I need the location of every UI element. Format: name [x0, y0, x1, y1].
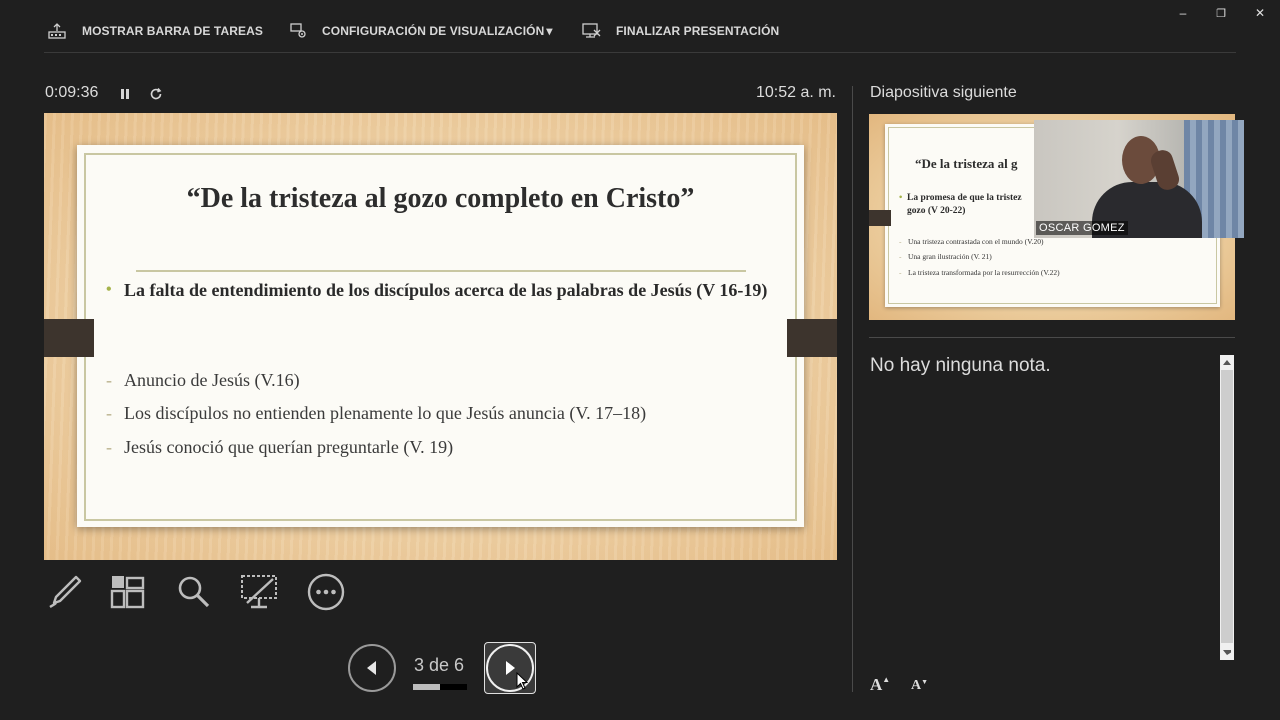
magnifier-icon [178, 576, 210, 608]
next-slide-clip [869, 210, 891, 226]
next-subpoint-text: La tristeza transformada por la resurrec… [908, 268, 1060, 277]
zoom-button[interactable] [174, 572, 214, 612]
next-slide-title: “De la tristeza al g [915, 156, 1018, 171]
decrease-font-button[interactable]: A▼ [911, 678, 928, 700]
increase-font-icon: A [870, 675, 883, 694]
pause-timer-button[interactable] [117, 86, 133, 102]
scroll-thumb[interactable] [1221, 370, 1233, 643]
pen-tool-button[interactable] [45, 572, 85, 612]
display-settings-button[interactable]: CONFIGURACIÓN DE VISUALIZACIÓN ▾ [290, 20, 552, 42]
next-subpoint: - La tristeza transformada por la resurre… [899, 268, 1060, 277]
next-subpoint-text: Una tristeza contrastada con el mundo (V… [908, 237, 1044, 246]
show-taskbar-label: MOSTRAR BARRA DE TAREAS [82, 24, 263, 38]
next-subpoint: - Una tristeza contrastada con el mundo (… [899, 237, 1043, 246]
slide-title: “De la tristeza al gozo completo en Cris… [186, 183, 695, 214]
webcam-name-tag: OSCAR GOMEZ [1036, 221, 1128, 235]
more-options-button[interactable] [306, 572, 346, 612]
title-rule [136, 270, 746, 272]
pen-icon [49, 575, 82, 609]
close-button[interactable]: ✕ [1247, 4, 1273, 22]
right-clip [787, 319, 837, 357]
slide-progress [413, 684, 467, 690]
previous-arrow-icon [367, 661, 376, 675]
subpoint-text: Los discípulos no entienden plenamente l… [124, 403, 647, 423]
black-screen-button[interactable] [239, 572, 279, 612]
see-all-slides-button[interactable] [108, 572, 148, 612]
subpoint-text: Anuncio de Jesús (V.16) [124, 370, 300, 390]
scroll-up-icon[interactable] [1220, 355, 1234, 369]
panel-divider [852, 86, 853, 692]
notes-divider [869, 337, 1235, 338]
end-show-button[interactable]: FINALIZAR PRESENTACIÓN [582, 20, 779, 42]
minimize-button[interactable]: – [1170, 4, 1196, 22]
elapsed-timer: 0:09:36 [45, 84, 99, 101]
subpoint-text: Jesús conoció que querían preguntarle (V… [124, 437, 454, 457]
previous-slide-button[interactable] [348, 644, 396, 692]
bullet-dot: • [899, 193, 903, 203]
subpoint: - Los discípulos no entienden plenamente… [106, 403, 786, 424]
main-bullet: • La falta de entendimiento de los discí… [106, 278, 786, 302]
webcam-overlay[interactable]: OSCAR GOMEZ [1034, 120, 1244, 238]
subpoint: - Jesús conoció que querían preguntarle … [106, 437, 786, 458]
slide-counter: 3 de 6 [414, 655, 465, 675]
next-slide-button[interactable] [484, 642, 536, 694]
chevron-down-icon: ▾ [546, 24, 553, 38]
scroll-down-icon[interactable] [1220, 646, 1234, 660]
notes-scrollbar[interactable] [1220, 355, 1234, 660]
pause-icon [121, 89, 129, 99]
restart-timer-button[interactable] [148, 86, 164, 102]
restore-button[interactable]: ❐ [1208, 4, 1234, 22]
progress-fill [413, 684, 440, 690]
current-time: 10:52 a. m. [755, 84, 836, 101]
subpoint: - Anuncio de Jesús (V.16) [106, 370, 786, 391]
taskbar-icon [48, 23, 66, 39]
more-icon [307, 573, 345, 611]
next-subpoint: - Una gran ilustración (V. 21) [899, 252, 992, 261]
mouse-cursor-icon [516, 672, 528, 690]
current-slide[interactable]: “De la tristeza al gozo completo en Cris… [44, 113, 837, 560]
toolbar-divider [44, 52, 1236, 53]
slides-grid-icon [110, 576, 145, 609]
main-bullet-text: La falta de entendimiento de los discípu… [124, 280, 768, 300]
bullet-dot: • [106, 281, 112, 298]
black-screen-icon [241, 575, 277, 609]
subpoint-dash: - [899, 268, 902, 277]
end-show-icon [582, 23, 601, 38]
subpoint-dash: - [106, 370, 112, 390]
subpoint-dash: - [899, 252, 902, 261]
increase-font-button[interactable]: A▲ [870, 675, 890, 697]
subpoint-dash: - [899, 237, 902, 246]
subpoint-dash: - [106, 437, 112, 457]
speaker-notes[interactable]: No hay ninguna nota. [870, 355, 1051, 377]
show-taskbar-button[interactable]: MOSTRAR BARRA DE TAREAS [48, 20, 263, 42]
close-icon: ✕ [1254, 6, 1266, 20]
left-clip [44, 319, 94, 357]
restart-icon [150, 87, 162, 100]
subpoint-dash: - [106, 403, 112, 423]
next-slide-label: Diapositiva siguiente [870, 84, 1017, 101]
display-settings-label: CONFIGURACIÓN DE VISUALIZACIÓN [322, 24, 545, 38]
minimize-icon: – [1179, 6, 1187, 20]
decrease-font-icon: A [911, 678, 922, 693]
restore-icon: ❐ [1216, 7, 1226, 20]
next-subpoint-text: Una gran ilustración (V. 21) [908, 252, 992, 261]
display-settings-icon [290, 23, 306, 38]
end-show-label: FINALIZAR PRESENTACIÓN [616, 24, 780, 38]
